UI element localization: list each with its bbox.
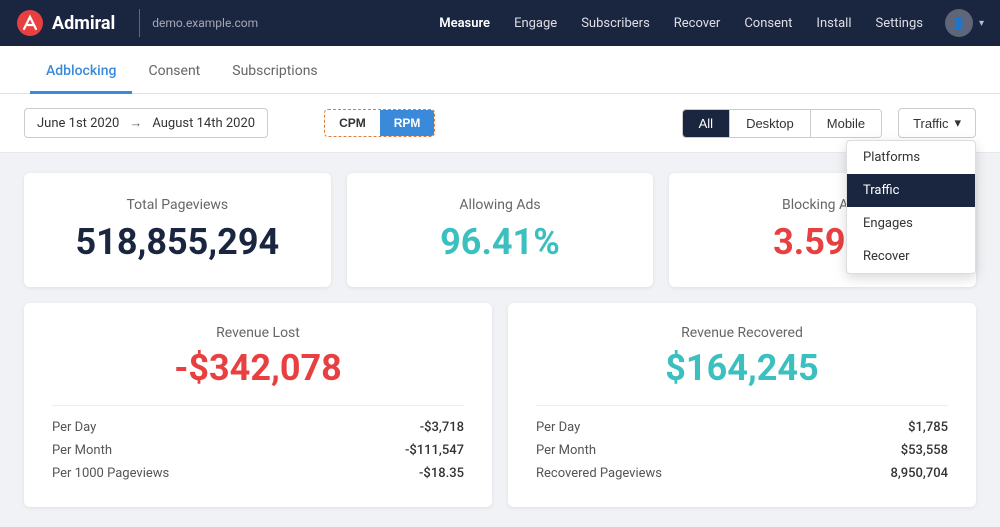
cpm-rpm-toggle: CPM RPM bbox=[324, 109, 435, 137]
rev-rec-row-1: Per Month $53,558 bbox=[536, 439, 948, 462]
revenue-recovered-card: Revenue Recovered $164,245 Per Day $1,78… bbox=[508, 303, 976, 507]
nav-subscribers[interactable]: Subscribers bbox=[571, 10, 660, 37]
traffic-dropdown-menu: Platforms Traffic Engages Recover bbox=[846, 140, 976, 274]
nav-avatar[interactable]: 👤 bbox=[945, 9, 973, 37]
date-range-picker[interactable]: June 1st 2020 → August 14th 2020 bbox=[24, 108, 268, 138]
revenue-recovered-divider bbox=[536, 405, 948, 406]
date-arrow-icon: → bbox=[129, 115, 142, 131]
revenue-lost-value: -$342,078 bbox=[52, 347, 464, 389]
nav-engage[interactable]: Engage bbox=[504, 10, 567, 37]
revenue-lost-title: Revenue Lost bbox=[52, 325, 464, 341]
stat-label-pageviews: Total Pageviews bbox=[52, 197, 303, 213]
device-group: All Desktop Mobile bbox=[682, 109, 882, 138]
traffic-label: Traffic bbox=[913, 116, 948, 131]
tabs-bar: Adblocking Consent Subscriptions bbox=[0, 46, 1000, 94]
tab-adblocking[interactable]: Adblocking bbox=[30, 51, 132, 94]
device-mobile-button[interactable]: Mobile bbox=[811, 110, 881, 137]
stats-row: Total Pageviews 518,855,294 Allowing Ads… bbox=[24, 173, 976, 287]
logo-icon bbox=[16, 9, 44, 37]
date-from: June 1st 2020 bbox=[37, 116, 119, 131]
revenue-recovered-value: $164,245 bbox=[536, 347, 948, 389]
rev-rec-label-2: Recovered Pageviews bbox=[536, 466, 662, 481]
rev-rec-val-1: $53,558 bbox=[901, 443, 948, 458]
rev-lost-row-2: Per 1000 Pageviews -$18.35 bbox=[52, 462, 464, 485]
date-to: August 14th 2020 bbox=[152, 116, 255, 131]
rev-rec-row-2: Recovered Pageviews 8,950,704 bbox=[536, 462, 948, 485]
revenue-row: Revenue Lost -$342,078 Per Day -$3,718 P… bbox=[24, 303, 976, 507]
dropdown-engages[interactable]: Engages bbox=[847, 207, 975, 240]
device-all-button[interactable]: All bbox=[683, 110, 730, 137]
dropdown-platforms[interactable]: Platforms bbox=[847, 141, 975, 174]
rev-lost-val-2: -$18.35 bbox=[419, 466, 464, 481]
tab-subscriptions[interactable]: Subscriptions bbox=[216, 51, 333, 94]
rev-lost-label-1: Per Month bbox=[52, 443, 112, 458]
dropdown-recover[interactable]: Recover bbox=[847, 240, 975, 273]
nav-chevron-icon: ▾ bbox=[979, 18, 984, 29]
controls-bar: June 1st 2020 → August 14th 2020 CPM RPM… bbox=[0, 94, 1000, 153]
rev-lost-label-2: Per 1000 Pageviews bbox=[52, 466, 169, 481]
logo-text: Admiral bbox=[52, 13, 115, 34]
nav-consent[interactable]: Consent bbox=[734, 10, 802, 37]
traffic-dropdown: Traffic ▾ Platforms Traffic Engages Reco… bbox=[898, 108, 976, 138]
nav-recover[interactable]: Recover bbox=[664, 10, 731, 37]
rev-lost-row-0: Per Day -$3,718 bbox=[52, 416, 464, 439]
stat-value-allowing: 96.41% bbox=[375, 221, 626, 263]
rev-lost-row-1: Per Month -$111,547 bbox=[52, 439, 464, 462]
traffic-chevron-icon: ▾ bbox=[954, 115, 961, 131]
nav-install[interactable]: Install bbox=[806, 10, 861, 37]
rev-rec-label-1: Per Month bbox=[536, 443, 596, 458]
nav-settings[interactable]: Settings bbox=[866, 10, 933, 37]
rev-lost-label-0: Per Day bbox=[52, 420, 96, 435]
rev-lost-val-0: -$3,718 bbox=[420, 420, 464, 435]
revenue-recovered-title: Revenue Recovered bbox=[536, 325, 948, 341]
nav-measure[interactable]: Measure bbox=[429, 10, 500, 37]
stat-card-allowing: Allowing Ads 96.41% bbox=[347, 173, 654, 287]
rev-rec-val-0: $1,785 bbox=[908, 420, 948, 435]
traffic-dropdown-button[interactable]: Traffic ▾ bbox=[898, 108, 976, 138]
nav-links: Measure Engage Subscribers Recover Conse… bbox=[429, 9, 984, 37]
revenue-lost-divider bbox=[52, 405, 464, 406]
rev-rec-row-0: Per Day $1,785 bbox=[536, 416, 948, 439]
navbar: Admiral demo.example.com Measure Engage … bbox=[0, 0, 1000, 46]
nav-divider bbox=[139, 9, 140, 37]
rpm-button[interactable]: RPM bbox=[380, 110, 435, 136]
stat-value-pageviews: 518,855,294 bbox=[52, 221, 303, 263]
tab-consent[interactable]: Consent bbox=[132, 51, 216, 94]
logo[interactable]: Admiral bbox=[16, 9, 115, 37]
rev-lost-val-1: -$111,547 bbox=[405, 443, 464, 458]
rev-rec-label-0: Per Day bbox=[536, 420, 580, 435]
cpm-button[interactable]: CPM bbox=[325, 110, 380, 136]
revenue-lost-card: Revenue Lost -$342,078 Per Day -$3,718 P… bbox=[24, 303, 492, 507]
nav-site: demo.example.com bbox=[152, 16, 258, 30]
dropdown-traffic[interactable]: Traffic bbox=[847, 174, 975, 207]
stat-card-pageviews: Total Pageviews 518,855,294 bbox=[24, 173, 331, 287]
stat-label-allowing: Allowing Ads bbox=[375, 197, 626, 213]
device-desktop-button[interactable]: Desktop bbox=[730, 110, 811, 137]
rev-rec-val-2: 8,950,704 bbox=[890, 466, 948, 481]
